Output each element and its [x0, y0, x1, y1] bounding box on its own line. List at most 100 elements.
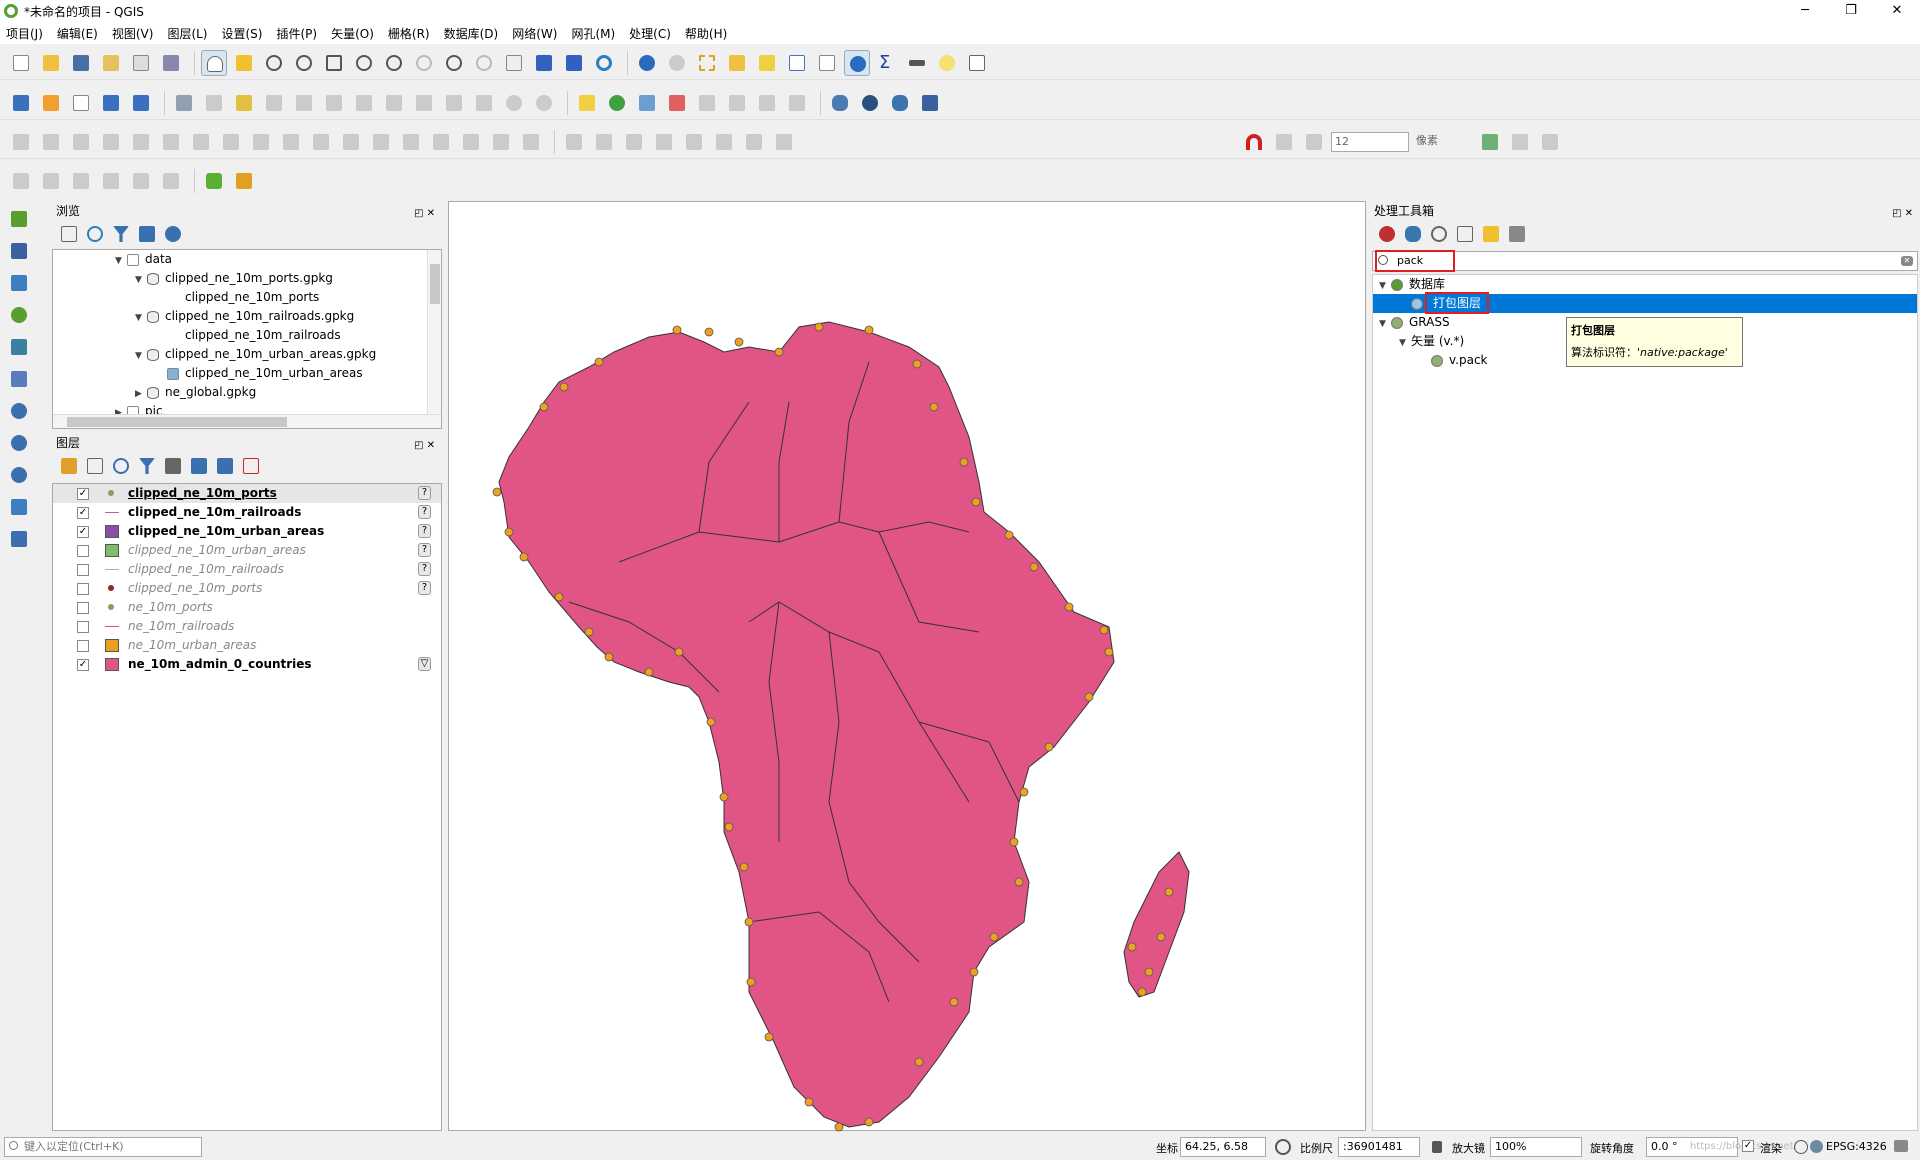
- new-shapefile-icon[interactable]: [68, 90, 94, 116]
- toggle-editing-icon[interactable]: [231, 90, 257, 116]
- zoom-selection-icon[interactable]: [351, 50, 377, 76]
- close-button[interactable]: ✕: [1874, 0, 1920, 22]
- paste-icon[interactable]: [471, 90, 497, 116]
- grass-region-icon[interactable]: [8, 168, 34, 194]
- layer-visibility-checkbox[interactable]: ✓: [77, 488, 89, 500]
- align-left-icon[interactable]: [621, 129, 647, 155]
- snapping-units-select[interactable]: 像素: [1413, 132, 1477, 152]
- add-spatialite-icon[interactable]: [6, 334, 32, 360]
- copy-icon[interactable]: [441, 90, 467, 116]
- manage-visibility-icon[interactable]: [110, 455, 132, 477]
- show-hide-label-icon[interactable]: [664, 90, 690, 116]
- models-icon[interactable]: [1376, 223, 1398, 245]
- layer-item[interactable]: ne_10m_urban_areas: [53, 636, 441, 655]
- grass-close-icon[interactable]: [128, 168, 154, 194]
- modify-attributes-icon[interactable]: [351, 90, 377, 116]
- new-map-view-icon[interactable]: [501, 50, 527, 76]
- snapping-mode-icon[interactable]: [1301, 129, 1327, 155]
- vertical-scrollbar[interactable]: [427, 250, 441, 414]
- clear-search-icon[interactable]: ✕: [1901, 256, 1913, 266]
- layer-item[interactable]: clipped_ne_10m_urban_areas?: [53, 541, 441, 560]
- new-bookmark-icon[interactable]: [531, 50, 557, 76]
- layer-visibility-checkbox[interactable]: [77, 602, 89, 614]
- layer-item[interactable]: ne_10m_railroads: [53, 617, 441, 636]
- menu-vector[interactable]: 矢量(O): [331, 25, 374, 42]
- db-manager-icon[interactable]: [827, 90, 853, 116]
- collapse-all-icon[interactable]: [136, 223, 158, 245]
- snapping-tolerance-input[interactable]: 12: [1331, 131, 1409, 152]
- style-panel-icon[interactable]: [58, 455, 80, 477]
- horizontal-scrollbar[interactable]: [53, 414, 441, 428]
- trim-extend-icon[interactable]: [368, 129, 394, 155]
- add-wfs-layer-icon[interactable]: [6, 430, 32, 456]
- info-icon[interactable]: [162, 223, 184, 245]
- zoom-out-icon[interactable]: [291, 50, 317, 76]
- collapse-all-icon[interactable]: [214, 455, 236, 477]
- refresh-icon[interactable]: [84, 223, 106, 245]
- change-label-icon[interactable]: [754, 90, 780, 116]
- point-tool-icon[interactable]: [711, 129, 737, 155]
- map-canvas[interactable]: [448, 201, 1366, 1132]
- edit-features-in-place-icon[interactable]: [1480, 223, 1502, 245]
- log-messages-icon[interactable]: [1894, 1140, 1908, 1152]
- filter-legend-icon[interactable]: [136, 455, 158, 477]
- new-temp-layer-icon[interactable]: [128, 90, 154, 116]
- menu-layer[interactable]: 图层(L): [167, 25, 207, 42]
- zoom-last-icon[interactable]: [441, 50, 467, 76]
- layer-visibility-checkbox[interactable]: ✓: [77, 507, 89, 519]
- browser-item[interactable]: ▶ ne_global.gpkg: [53, 383, 441, 402]
- zoom-next-icon[interactable]: [471, 50, 497, 76]
- current-edits-icon[interactable]: [201, 90, 227, 116]
- add-delimited-text-icon[interactable]: [6, 302, 32, 328]
- maximize-button[interactable]: ❐: [1828, 0, 1874, 22]
- unknown-crs-icon[interactable]: ?: [418, 524, 431, 538]
- menu-raster[interactable]: 栅格(R): [388, 25, 430, 42]
- open-project-icon[interactable]: [38, 50, 64, 76]
- split-features-icon[interactable]: [398, 129, 424, 155]
- menu-processing[interactable]: 处理(C): [629, 25, 671, 42]
- results-viewer-icon[interactable]: [1454, 223, 1476, 245]
- intersection-icon[interactable]: [1507, 129, 1533, 155]
- rotate-symbols-icon[interactable]: [518, 129, 544, 155]
- unknown-crs-icon[interactable]: ?: [418, 543, 431, 557]
- crs-button[interactable]: EPSG:4326: [1826, 1140, 1887, 1153]
- help-icon[interactable]: [917, 90, 943, 116]
- delete-ring-icon[interactable]: [218, 129, 244, 155]
- add-database-layer-icon[interactable]: [6, 526, 32, 552]
- attribute-table-icon[interactable]: [784, 50, 810, 76]
- browser-item[interactable]: ▼ clipped_ne_10m_railroads.gpkg: [53, 307, 441, 326]
- python-console-icon[interactable]: [887, 90, 913, 116]
- delete-part-icon[interactable]: [248, 129, 274, 155]
- menu-view[interactable]: 视图(V): [112, 25, 154, 42]
- split-parts-icon[interactable]: [428, 129, 454, 155]
- grass-mapset-icon[interactable]: [38, 168, 64, 194]
- toggle-extents-icon[interactable]: [1270, 1134, 1296, 1160]
- align-right-icon[interactable]: [651, 129, 677, 155]
- menu-help[interactable]: 帮助(H): [685, 25, 727, 42]
- reverse-line-icon[interactable]: [338, 129, 364, 155]
- processing-item[interactable]: ▼ 数据库: [1373, 275, 1917, 294]
- processing-item[interactable]: 打包图层: [1373, 292, 1917, 314]
- pin-label-icon[interactable]: [634, 90, 660, 116]
- rotate-label-icon[interactable]: [724, 90, 750, 116]
- grass-options-icon[interactable]: [158, 168, 184, 194]
- digitize-icon[interactable]: [8, 129, 34, 155]
- browser-item[interactable]: clipped_ne_10m_urban_areas: [53, 364, 441, 383]
- shape-tool-icon[interactable]: [681, 129, 707, 155]
- select-features-icon[interactable]: [694, 50, 720, 76]
- simplify-icon[interactable]: [98, 129, 124, 155]
- add-virtual-layer-icon[interactable]: [6, 366, 32, 392]
- undo-icon[interactable]: [501, 90, 527, 116]
- add-mesh-layer-icon[interactable]: [6, 270, 32, 296]
- move-label-icon[interactable]: [694, 90, 720, 116]
- menu-web[interactable]: 网络(W): [512, 25, 557, 42]
- add-vector-layer-icon[interactable]: [6, 206, 32, 232]
- circle-tool-icon[interactable]: [771, 129, 797, 155]
- menu-project[interactable]: 项目(J): [6, 25, 43, 42]
- expand-all-icon[interactable]: [188, 455, 210, 477]
- layer-item[interactable]: ne_10m_ports: [53, 598, 441, 617]
- menu-plugins[interactable]: 插件(P): [276, 25, 317, 42]
- map-tips-icon[interactable]: [934, 50, 960, 76]
- fill-ring-icon[interactable]: [188, 129, 214, 155]
- zoom-native-icon[interactable]: [411, 50, 437, 76]
